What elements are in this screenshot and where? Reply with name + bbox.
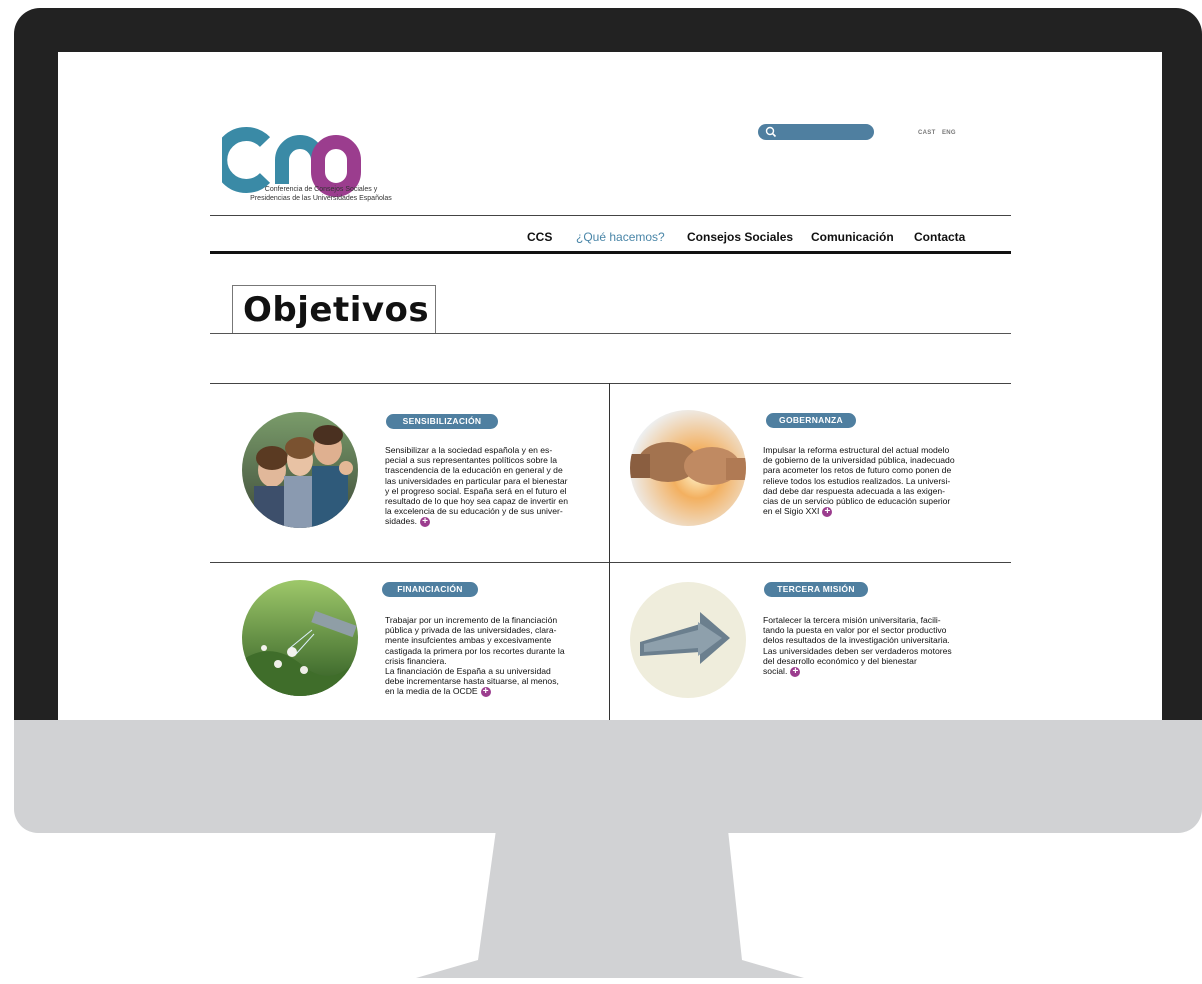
search-input[interactable] [758, 124, 874, 140]
nav-top-rule [210, 215, 1011, 216]
card-financiacion-badge: FINANCIACIÓN [382, 582, 478, 597]
grid-top-rule [210, 383, 1011, 384]
card-tercera-mision-image [630, 582, 746, 698]
card-gobernanza-image [630, 410, 746, 526]
grid-vertical-rule [609, 383, 610, 720]
nav-item-consejos-sociales[interactable]: Consejos Sociales [687, 230, 793, 244]
nav-item-contacta[interactable]: Contacta [914, 230, 965, 244]
card-gobernanza-text: Impulsar la reforma estructural del actu… [763, 445, 955, 517]
website-screen: Conferencia de Consejos Sociales y Presi… [58, 52, 1162, 720]
monitor-chin [14, 720, 1202, 833]
nav-item-ccs[interactable]: CCS [527, 230, 552, 244]
page-title: Objetivos [243, 290, 430, 330]
main-nav: CCS ¿Qué hacemos? Consejos Sociales Comu… [210, 226, 1011, 248]
card-sensibilizacion-badge: SENSIBILIZACIÓN [386, 414, 498, 429]
nav-item-que-hacemos[interactable]: ¿Qué hacemos? [576, 230, 665, 244]
nav-bottom-rule [210, 251, 1011, 254]
plus-circle-icon[interactable]: + [790, 666, 801, 677]
lang-cast-link[interactable]: CAST [918, 130, 936, 136]
search-icon [765, 126, 777, 138]
card-sensibilizacion-image [242, 412, 358, 528]
nav-item-comunicacion[interactable]: Comunicación [811, 230, 894, 244]
card-gobernanza-badge: GOBERNANZA [766, 413, 856, 428]
grid-middle-rule [210, 562, 1011, 563]
card-tercera-mision-badge: TERCERA MISIÓN [764, 582, 868, 597]
title-rule [210, 333, 1011, 334]
card-tercera-mision-text: Fortalecer la tercera misión universitar… [763, 615, 952, 677]
card-sensibilizacion-text: Sensibilizar a la sociedad española y en… [385, 445, 568, 528]
lang-eng-link[interactable]: ENG [942, 130, 956, 136]
plus-circle-icon[interactable]: + [420, 517, 431, 528]
card-financiacion-text: Trabajar por un incremento de la financi… [385, 615, 565, 698]
plus-circle-icon[interactable]: + [822, 506, 833, 517]
plus-circle-icon[interactable]: + [480, 687, 491, 698]
card-financiacion-image [242, 580, 358, 696]
logo-tagline: Conferencia de Consejos Sociales y Presi… [250, 186, 392, 202]
